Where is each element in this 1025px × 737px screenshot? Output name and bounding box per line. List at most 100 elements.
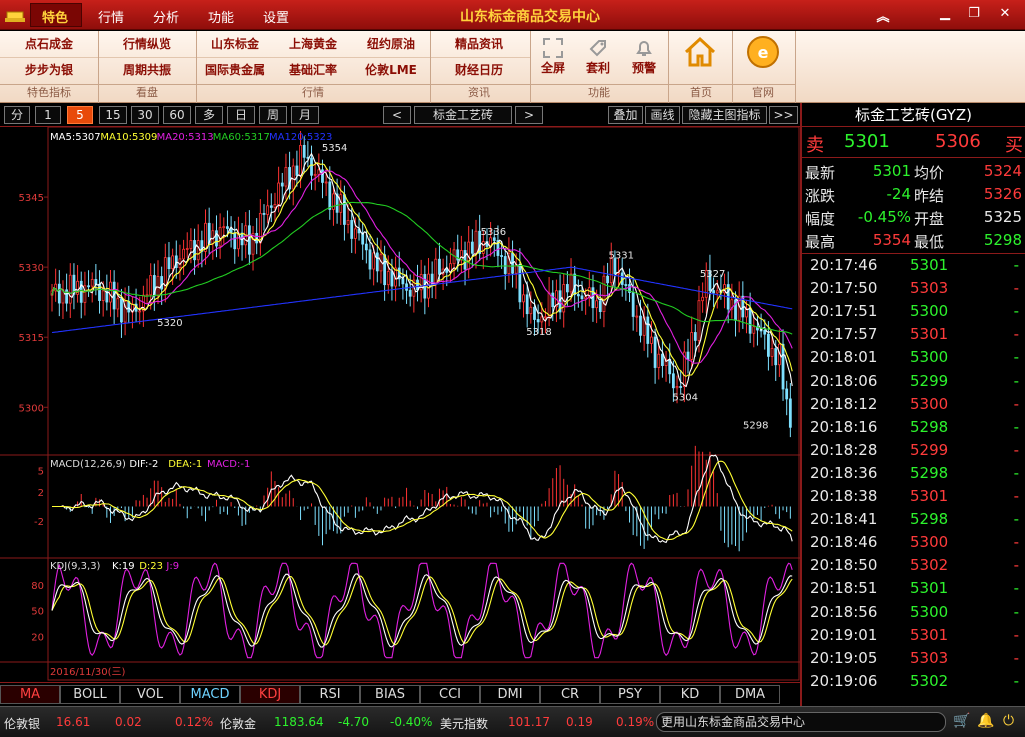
candle-body bbox=[266, 205, 270, 215]
alert-label: 预警 bbox=[631, 61, 656, 75]
price-annotation: 5336 bbox=[481, 227, 506, 238]
btn-cycle[interactable]: 周期共振 bbox=[98, 58, 196, 83]
trade-volume: - bbox=[1013, 325, 1019, 344]
y-tick-label: 5330 bbox=[19, 263, 44, 274]
trade-volume: - bbox=[1013, 602, 1019, 621]
notice-marquee[interactable]: 更用山东标金商品交易中心 bbox=[656, 712, 946, 732]
bell-icon[interactable]: 🔔 bbox=[977, 713, 994, 729]
menu-functions[interactable]: 功能 bbox=[208, 7, 234, 26]
hide-indicator-button[interactable]: 隐藏主图指标 bbox=[682, 106, 767, 124]
j-line bbox=[51, 562, 793, 659]
home-button[interactable] bbox=[676, 35, 724, 69]
ma-legend: MA5:5307 bbox=[50, 132, 101, 143]
period-multi[interactable]: 多 bbox=[195, 106, 223, 124]
trade-price: 5303 bbox=[910, 279, 949, 298]
period-30min[interactable]: 30 bbox=[131, 106, 159, 124]
close-icon[interactable]: ✕ bbox=[997, 6, 1013, 21]
indicator-rsi[interactable]: RSI bbox=[300, 685, 360, 704]
alert-button[interactable]: 预警 bbox=[624, 37, 664, 76]
fullscreen-button[interactable]: 全屏 bbox=[533, 37, 573, 76]
expand-button[interactable]: >> bbox=[769, 106, 798, 124]
indicator-cci[interactable]: CCI bbox=[420, 685, 480, 704]
trade-time: 20:18:06 bbox=[810, 371, 878, 390]
macd-y-tick: 2 bbox=[38, 488, 44, 499]
menu-featured[interactable]: 特色 bbox=[42, 7, 68, 26]
draw-line-button[interactable]: 画线 bbox=[645, 106, 680, 124]
btn-shanghai-gold[interactable]: 上海黄金 bbox=[274, 32, 352, 57]
btn-calendar[interactable]: 财经日历 bbox=[430, 58, 528, 83]
candle-body bbox=[569, 273, 573, 293]
trade-time: 20:18:01 bbox=[810, 348, 878, 367]
indicator-cr[interactable]: CR bbox=[540, 685, 600, 704]
indicator-macd[interactable]: MACD bbox=[180, 685, 240, 704]
btn-intl-metals[interactable]: 国际贵金属 bbox=[196, 58, 274, 83]
symbol-name[interactable]: 标金工艺砖 bbox=[414, 106, 512, 124]
trade-volume: - bbox=[1013, 671, 1019, 690]
trade-volume: - bbox=[1013, 648, 1019, 667]
period-5min[interactable]: 5 bbox=[67, 106, 93, 124]
btn-ny-oil[interactable]: 纽约原油 bbox=[352, 32, 430, 57]
trade-time: 20:18:16 bbox=[810, 417, 878, 436]
candle-body bbox=[156, 276, 160, 297]
stat-label: 开盘 bbox=[914, 210, 945, 228]
candle-body bbox=[701, 296, 705, 302]
indicator-vol[interactable]: VOL bbox=[120, 685, 180, 704]
collapse-icon[interactable]: ︽ bbox=[875, 6, 891, 25]
website-button[interactable]: e bbox=[738, 35, 788, 69]
cart-icon[interactable]: 🛒 bbox=[953, 713, 970, 729]
power-icon[interactable]: ⏻ bbox=[1003, 713, 1014, 729]
btn-shandong-gold[interactable]: 山东标金 bbox=[196, 32, 274, 57]
btn-market-overview[interactable]: 行情纵览 bbox=[98, 32, 196, 57]
btn-fx[interactable]: 基础汇率 bbox=[274, 58, 352, 83]
btn-dianshi[interactable]: 点石成金 bbox=[0, 32, 98, 57]
btn-news[interactable]: 精品资讯 bbox=[430, 32, 528, 57]
ma10-line bbox=[51, 162, 793, 377]
candle-body bbox=[280, 182, 284, 187]
minimize-icon[interactable]: ▁ bbox=[937, 6, 953, 21]
candle-body bbox=[273, 204, 277, 208]
candle-body bbox=[299, 144, 302, 176]
period-month[interactable]: 月 bbox=[291, 106, 319, 124]
indicator-dmi[interactable]: DMI bbox=[480, 685, 540, 704]
candle-body bbox=[712, 290, 715, 294]
next-symbol-button[interactable]: > bbox=[515, 106, 543, 124]
chart-area[interactable]: 5345 5330 5315 5300 MA5:5307 MA10:5309 MA20:53… bbox=[0, 127, 800, 682]
indicator-boll[interactable]: BOLL bbox=[60, 685, 120, 704]
period-1min[interactable]: 1 bbox=[35, 106, 61, 124]
trade-row: 20:18:41 5298 - bbox=[802, 509, 1025, 532]
period-day[interactable]: 日 bbox=[227, 106, 255, 124]
menu-analysis[interactable]: 分析 bbox=[153, 7, 179, 26]
indicator-psy[interactable]: PSY bbox=[600, 685, 660, 704]
candle-body bbox=[368, 249, 372, 270]
period-15min[interactable]: 15 bbox=[99, 106, 127, 124]
period-60min[interactable]: 60 bbox=[163, 106, 191, 124]
candle-body bbox=[584, 296, 588, 300]
btn-lme[interactable]: 伦敦LME bbox=[352, 58, 430, 83]
candle-body bbox=[620, 272, 624, 285]
candle-body bbox=[68, 274, 72, 304]
arbitrage-button[interactable]: 套利 bbox=[578, 37, 618, 76]
btn-bubu[interactable]: 步步为银 bbox=[0, 58, 98, 83]
candle-body bbox=[262, 213, 266, 215]
indicator-bias[interactable]: BIAS bbox=[360, 685, 420, 704]
period-week[interactable]: 周 bbox=[259, 106, 287, 124]
ticker-pct-gold: -0.40% bbox=[390, 715, 433, 729]
trade-price: 5299 bbox=[910, 371, 949, 390]
indicator-kdj[interactable]: KDJ bbox=[240, 685, 300, 704]
indicator-kd[interactable]: KD bbox=[660, 685, 720, 704]
period-tick[interactable]: 分 bbox=[4, 106, 30, 124]
candle-body bbox=[785, 388, 789, 400]
candle-body bbox=[182, 248, 185, 260]
indicator-dma[interactable]: DMA bbox=[720, 685, 780, 704]
candle-body bbox=[353, 228, 357, 239]
prev-symbol-button[interactable]: < bbox=[383, 106, 411, 124]
menu-settings[interactable]: 设置 bbox=[263, 7, 289, 26]
trade-time: 20:18:56 bbox=[810, 602, 878, 621]
sell-price: 5301 bbox=[844, 131, 890, 152]
indicator-ma[interactable]: MA bbox=[0, 685, 60, 704]
overlay-button[interactable]: 叠加 bbox=[608, 106, 643, 124]
restore-icon[interactable]: ❐ bbox=[966, 6, 982, 21]
candle-body bbox=[101, 290, 105, 301]
stat-value: 5326 bbox=[983, 185, 1022, 203]
menu-market[interactable]: 行情 bbox=[98, 7, 124, 26]
